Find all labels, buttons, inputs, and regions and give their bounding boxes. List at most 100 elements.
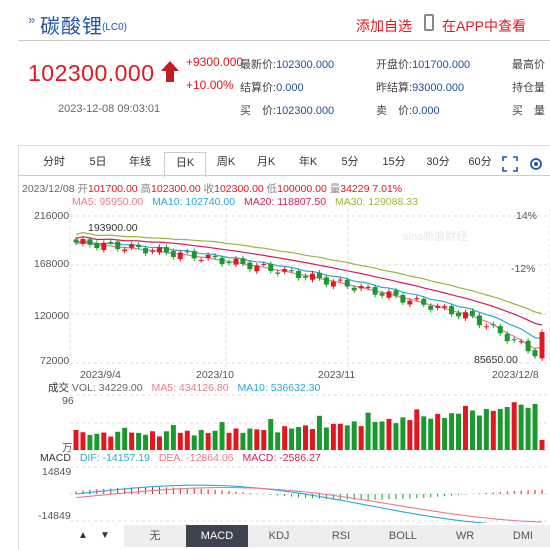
candle-body [449, 306, 455, 315]
candle-body [226, 262, 232, 264]
candle-body [407, 300, 413, 305]
scroll-down-button[interactable]: ▼ [96, 525, 114, 547]
header-divider [18, 40, 550, 41]
y-tick-168000: 168000 [34, 258, 70, 270]
macd-legend: MACD DIF: -14157.19 DEA: -12864.06 MACD:… [40, 452, 321, 464]
candle-body [170, 251, 176, 257]
tab-10[interactable]: 60分 [460, 152, 500, 176]
volume-bar [198, 429, 204, 450]
price-change-pct: +10.00% [186, 78, 234, 92]
volume-bar [476, 415, 482, 450]
pct-tick-mid: -12% [511, 263, 536, 275]
scroll-up-button[interactable]: ▲ [74, 525, 92, 547]
tab-4[interactable]: 周K [206, 152, 246, 176]
settings-icon[interactable] [528, 156, 544, 172]
candle-body [490, 324, 496, 326]
volume-bar [407, 420, 413, 450]
candle-body [296, 270, 302, 279]
tab-9[interactable]: 30分 [416, 152, 460, 176]
volume-bar [240, 432, 246, 450]
candle-body [150, 250, 156, 252]
candle-body [358, 286, 364, 289]
volume-bar [532, 403, 538, 450]
breadcrumb-arrow-icon: » [28, 12, 36, 27]
add-watchlist-link[interactable]: 添加自选 [356, 16, 412, 36]
volume-bar [504, 407, 510, 450]
open-in-app-link[interactable]: 在APP中查看 [442, 16, 526, 36]
volume-bar [358, 426, 364, 450]
candle-body [469, 310, 475, 316]
volume-bar [136, 432, 142, 450]
volume-bar [94, 433, 100, 450]
indicator-tab-1[interactable]: MACD [186, 525, 249, 547]
high-label: 193900.00 [88, 222, 138, 234]
macd-chart[interactable] [18, 465, 550, 523]
candle-body [233, 258, 239, 265]
candle-body [268, 263, 274, 271]
quote-field-high: 最高价 [512, 59, 545, 71]
candle-body [177, 252, 183, 260]
indicator-tab-0[interactable]: 无 [124, 525, 187, 547]
indicator-tab-6[interactable]: DMI [496, 525, 550, 547]
candle-body [101, 242, 107, 251]
candle-body [247, 262, 253, 270]
tab-8[interactable]: 15分 [372, 152, 416, 176]
tab-1[interactable]: 5日 [78, 152, 118, 176]
candle-body [456, 312, 462, 317]
candle-body [525, 340, 531, 352]
up-arrow-icon [161, 61, 179, 82]
volume-bar [233, 428, 239, 450]
volume-bar [525, 407, 531, 450]
candle-body [386, 291, 392, 298]
quote-field-ask: 卖 价:0.000 [376, 105, 440, 117]
tab-5[interactable]: 月K [246, 152, 286, 176]
candle-body [80, 239, 86, 244]
volume-bar [170, 425, 176, 450]
candle-body [156, 247, 162, 253]
ohlc-info: 2023/12/08 开101700.00 高102300.00 收102300… [22, 183, 403, 195]
indicator-tab-4[interactable]: BOLL [372, 525, 435, 547]
tab-7[interactable]: 5分 [330, 152, 370, 176]
quote-field-bid-volume: 买 量 [512, 105, 545, 117]
candle-body [330, 281, 336, 287]
indicator-tab-3[interactable]: RSI [310, 525, 373, 547]
volume-bar [296, 427, 302, 450]
candle-body [532, 350, 538, 357]
candle-body [337, 279, 343, 281]
tab-3[interactable]: 日K [164, 152, 206, 177]
volume-bar [219, 422, 225, 450]
volume-bar [205, 433, 211, 450]
candle-body [421, 298, 427, 305]
candle-body [497, 326, 503, 334]
candle-body [73, 239, 79, 243]
candle-body [129, 244, 135, 248]
volume-bar [379, 421, 385, 450]
indicator-tab-5[interactable]: WR [434, 525, 497, 547]
tab-divider [18, 175, 550, 176]
candle-body [504, 333, 510, 342]
pct-tick-top: 14% [516, 210, 538, 222]
candle-body [163, 246, 169, 253]
volume-bar [115, 431, 121, 450]
x-label-nov: 2023/11 [318, 369, 356, 381]
tab-2[interactable]: 年线 [118, 152, 162, 176]
volume-bar [261, 430, 267, 450]
candle-body [254, 265, 260, 272]
candle-body [261, 263, 267, 265]
candle-body [309, 273, 315, 280]
indicator-tab-2[interactable]: KDJ [248, 525, 311, 547]
tab-6[interactable]: 年K [288, 152, 328, 176]
volume-bar [268, 418, 274, 450]
candle-body [442, 306, 448, 308]
candle-body [379, 293, 385, 296]
volume-bar [337, 423, 343, 450]
fullscreen-icon[interactable] [502, 156, 518, 172]
volume-chart[interactable] [18, 393, 550, 451]
candle-body [143, 248, 149, 254]
volume-bar [289, 428, 295, 450]
candle-body [428, 305, 434, 310]
volume-bar [191, 435, 197, 450]
tab-0[interactable]: 分时 [34, 152, 74, 176]
candle-body [518, 341, 524, 343]
candle-body [115, 241, 121, 250]
